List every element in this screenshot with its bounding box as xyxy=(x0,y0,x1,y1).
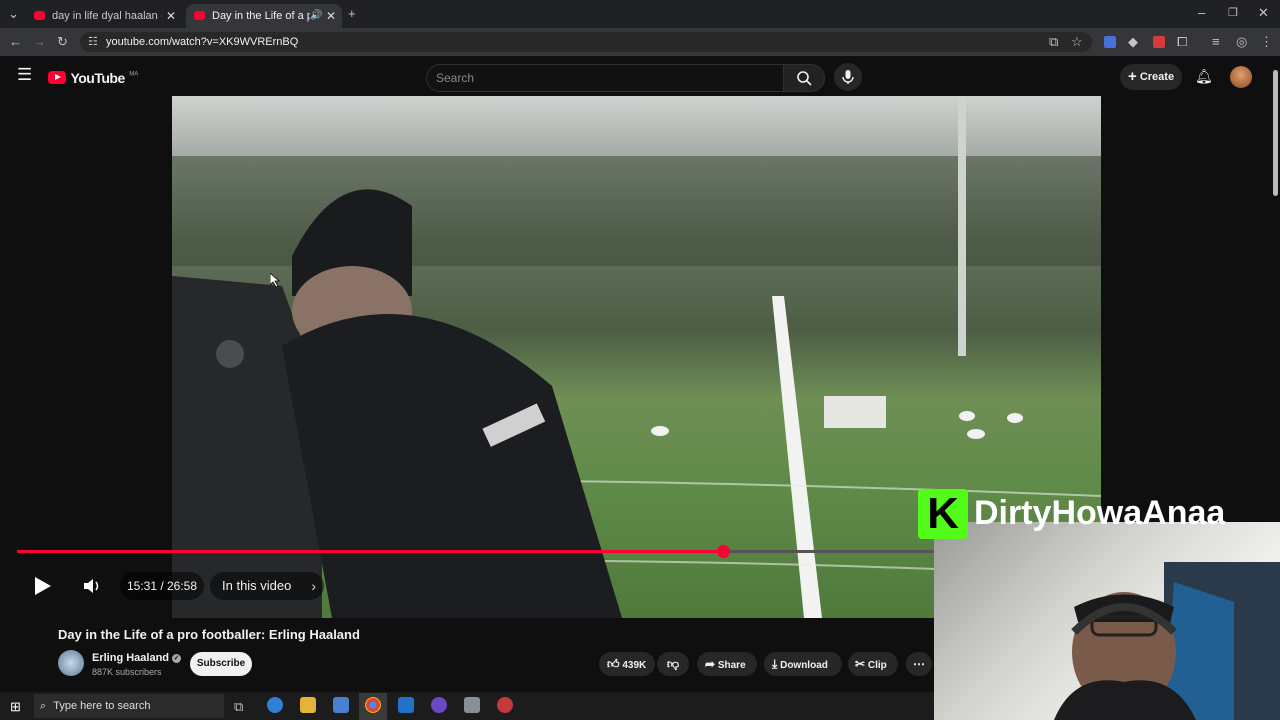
microsoft-store-icon[interactable] xyxy=(333,697,349,713)
create-label: Create xyxy=(1139,71,1175,83)
bookmark-star-icon[interactable]: ☆ xyxy=(1071,35,1083,49)
channel-name[interactable]: Erling Haaland ✓ xyxy=(92,652,182,664)
download-icon: ⤓ xyxy=(772,657,778,671)
subscribe-button[interactable]: Subscribe xyxy=(190,652,252,676)
download-button[interactable]: ⤓ Download xyxy=(764,652,842,676)
close-window-icon[interactable]: ✕ xyxy=(1258,6,1269,20)
restore-icon[interactable]: ❐ xyxy=(1228,6,1238,20)
browser-tab-2[interactable]: Day in the Life of a pro footb 🔊 ✕ xyxy=(186,4,342,28)
download-label: Download xyxy=(780,660,828,671)
taskbar-search-input[interactable]: ⌕ Type here to search xyxy=(34,694,224,718)
media-controls-icon[interactable]: ≡ xyxy=(1212,35,1220,49)
kick-logo: K xyxy=(918,489,968,539)
thumbs-up-icon: 👍︎ xyxy=(607,657,620,671)
youtube-logo-text: YouTube xyxy=(70,69,125,86)
translate-extension-icon[interactable] xyxy=(1104,36,1116,48)
profile-icon[interactable]: ◎ xyxy=(1236,35,1247,49)
audio-playing-icon[interactable]: 🔊 xyxy=(310,9,322,23)
edge-browser-icon[interactable] xyxy=(267,697,283,713)
play-icon xyxy=(35,577,51,595)
back-icon[interactable]: ← xyxy=(9,35,22,49)
windows-start-icon[interactable]: ⊞ xyxy=(10,700,21,714)
browser-menu-icon[interactable]: ⋮ xyxy=(1260,35,1273,49)
scrollbar-thumb[interactable] xyxy=(1273,70,1278,196)
progress-scrubber[interactable] xyxy=(717,545,730,558)
chevron-right-icon: › xyxy=(311,578,316,594)
voice-search-button[interactable] xyxy=(834,63,862,91)
tab-title: Day in the Life of a pro footb xyxy=(212,10,310,22)
like-button[interactable]: 👍︎ 439K xyxy=(599,652,655,676)
browser-tab-bar: ⌄ day in life dyal haalan - YouTub ✕ Day… xyxy=(0,0,1280,28)
outlook-icon[interactable] xyxy=(398,697,414,713)
time-text: 15:31 / 26:58 xyxy=(126,579,198,593)
create-button[interactable]: + Create xyxy=(1120,64,1182,90)
thumbs-down-icon: 👎︎ xyxy=(666,657,680,671)
youtube-favicon-icon xyxy=(34,11,45,20)
address-bar[interactable]: ☷ youtube.com/watch?v=XK9WVRErnBQ xyxy=(80,32,1092,52)
install-app-icon[interactable]: ⧉ xyxy=(1049,35,1058,49)
task-view-icon[interactable]: ⧉ xyxy=(234,700,243,714)
like-count: 439K xyxy=(622,660,647,671)
tab-search-icon[interactable]: ⌄ xyxy=(8,7,19,21)
close-tab-icon[interactable]: ✕ xyxy=(326,4,336,28)
account-avatar[interactable] xyxy=(1230,66,1252,88)
volume-icon xyxy=(84,579,99,593)
scissors-icon: ✂ xyxy=(855,657,866,671)
extensions-puzzle-icon[interactable]: ⧠ xyxy=(1177,35,1187,49)
channel-name-text: Erling Haaland xyxy=(92,652,170,664)
search-icon xyxy=(797,71,812,86)
notifications-bell-icon[interactable]: 🔔︎ xyxy=(1195,69,1213,83)
streamer-name: DirtyHowaAnaa xyxy=(974,494,1226,532)
url-text: youtube.com/watch?v=XK9WVRErnBQ xyxy=(106,36,299,48)
new-tab-icon[interactable]: + xyxy=(348,7,356,21)
more-horizontal-icon: ⋯ xyxy=(913,657,925,671)
share-label: Share xyxy=(717,660,746,671)
settings-app-icon[interactable] xyxy=(464,697,480,713)
chapter-label: In this video xyxy=(222,578,292,593)
time-display: 15:31 / 26:58 xyxy=(120,572,204,600)
tab-title: day in life dyal haalan - YouTub xyxy=(52,10,162,22)
taskbar-search-placeholder: Type here to search xyxy=(53,700,151,712)
more-actions-button[interactable]: ⋯ xyxy=(906,652,932,676)
browser-tab-1[interactable]: day in life dyal haalan - YouTub ✕ xyxy=(26,4,182,28)
volume-button[interactable] xyxy=(82,576,102,596)
share-arrow-icon: ➦ xyxy=(705,657,716,671)
subscriber-count: 887K subscribers xyxy=(92,667,162,677)
youtube-favicon-icon xyxy=(194,11,205,20)
progress-bar-played xyxy=(17,550,723,553)
region-code: MA xyxy=(129,71,139,78)
webcam-overlay xyxy=(934,522,1280,720)
clip-label: Clip xyxy=(867,660,887,671)
reload-icon[interactable]: ↻ xyxy=(57,35,68,49)
app-icon[interactable] xyxy=(431,697,447,713)
search-icon: ⌕ xyxy=(40,700,47,712)
plus-icon: + xyxy=(1128,68,1137,85)
channel-avatar[interactable] xyxy=(58,650,84,676)
site-info-icon[interactable]: ☷ xyxy=(88,35,98,49)
youtube-play-logo-icon xyxy=(48,71,66,85)
microphone-icon xyxy=(842,70,854,84)
webcam-feed-image xyxy=(1054,562,1280,720)
chrome-browser-icon[interactable] xyxy=(365,697,381,713)
forward-icon[interactable]: → xyxy=(33,35,46,49)
close-tab-icon[interactable]: ✕ xyxy=(166,4,176,28)
mouse-cursor-icon xyxy=(270,273,280,287)
share-button[interactable]: ➦ Share xyxy=(697,652,757,676)
minimize-icon[interactable]: – xyxy=(1198,6,1205,20)
extension-icon[interactable]: ◆ xyxy=(1128,35,1138,49)
video-title: Day in the Life of a pro footballer: Erl… xyxy=(58,627,360,642)
youtube-logo[interactable]: YouTube MA xyxy=(48,69,138,87)
play-button[interactable] xyxy=(30,574,54,598)
search-button[interactable] xyxy=(783,64,825,92)
recording-app-icon[interactable] xyxy=(497,697,513,713)
pdf-extension-icon[interactable] xyxy=(1153,36,1165,48)
search-input[interactable]: Search xyxy=(426,64,784,92)
verified-check-icon: ✓ xyxy=(172,654,182,663)
chapter-button[interactable]: In this video › xyxy=(210,572,324,600)
hamburger-menu-icon[interactable]: ☰ xyxy=(17,66,32,83)
dislike-button[interactable]: 👎︎ xyxy=(657,652,689,676)
file-explorer-icon[interactable] xyxy=(300,697,316,713)
clip-button[interactable]: ✂ Clip xyxy=(848,652,898,676)
search-placeholder: Search xyxy=(436,71,475,85)
